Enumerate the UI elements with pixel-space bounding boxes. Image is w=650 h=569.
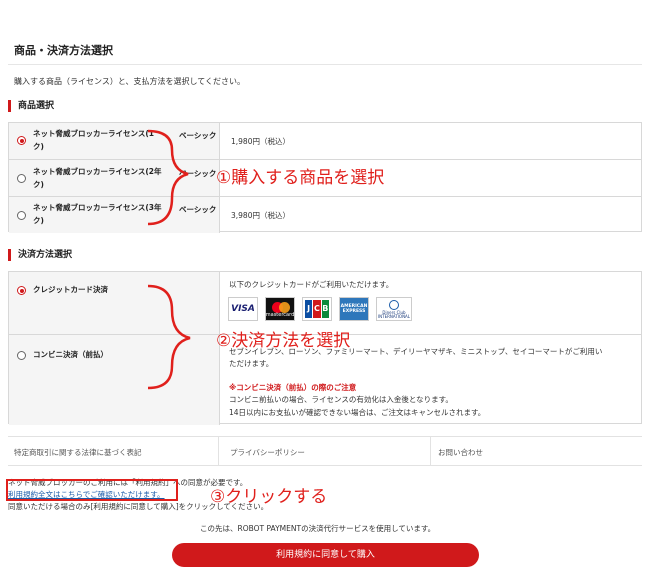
annotation-click: ③クリックする bbox=[210, 487, 328, 507]
brace-products bbox=[147, 129, 189, 226]
annotation-select-payment: ②決済方法を選択 bbox=[216, 331, 351, 351]
brace-payment bbox=[147, 284, 191, 390]
annotation-select-product: ①購入する商品を選択 bbox=[216, 168, 385, 188]
